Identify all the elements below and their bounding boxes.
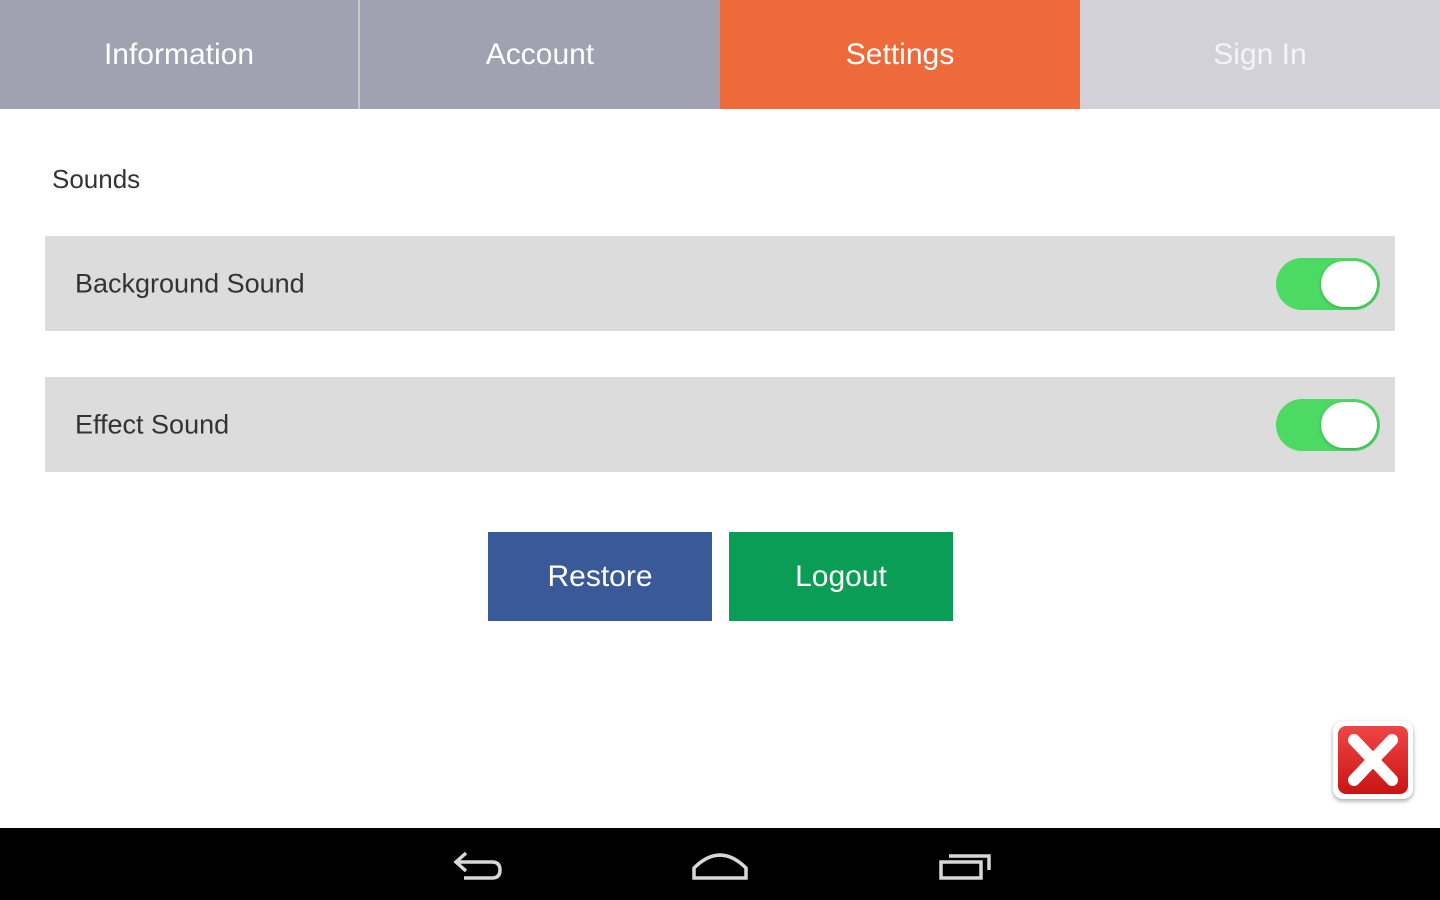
background-sound-toggle[interactable] — [1276, 257, 1380, 310]
tab-account[interactable]: Account — [360, 0, 720, 109]
toggle-knob — [1321, 401, 1377, 448]
back-icon[interactable] — [438, 840, 518, 888]
effect-sound-toggle[interactable] — [1276, 398, 1380, 451]
tab-information[interactable]: Information — [0, 0, 360, 109]
tab-sign-in[interactable]: Sign In — [1080, 0, 1440, 109]
logout-button[interactable]: Logout — [729, 532, 953, 621]
toggle-knob — [1321, 260, 1377, 307]
effect-sound-row: Effect Sound — [45, 377, 1395, 472]
tab-bar: Information Account Settings Sign In — [0, 0, 1440, 109]
effect-sound-label: Effect Sound — [75, 409, 230, 439]
settings-screen: Information Account Settings Sign In Sou… — [0, 0, 1440, 900]
home-icon[interactable] — [680, 840, 760, 888]
close-button[interactable] — [1333, 721, 1413, 799]
restore-button[interactable]: Restore — [488, 532, 712, 621]
recent-apps-icon[interactable] — [925, 840, 1005, 888]
close-icon — [1338, 726, 1408, 794]
background-sound-row: Background Sound — [45, 236, 1395, 331]
android-nav-bar — [0, 828, 1440, 900]
tab-settings[interactable]: Settings — [720, 0, 1080, 109]
sounds-section-title: Sounds — [52, 164, 141, 194]
background-sound-label: Background Sound — [75, 268, 305, 298]
